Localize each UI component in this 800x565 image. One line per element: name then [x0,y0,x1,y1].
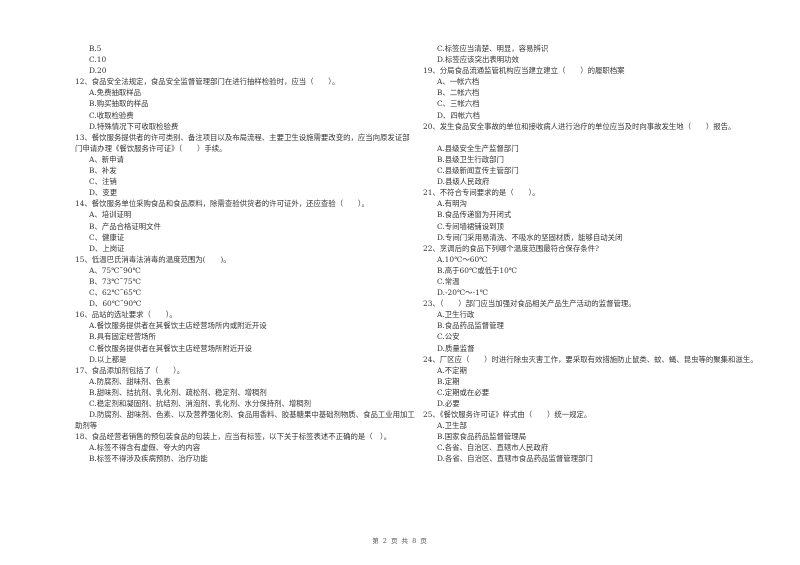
question-stem: 21、不符合专间要求的是（ ）。 [423,188,540,198]
question-25: 25、《餐饮服务许可证》样式由（ ）统一规定。 A.卫生部 B.国家食品药品监督… [423,409,763,464]
question-21: 21、不符合专间要求的是（ ）。 A.有明沟 B.食品传递窗为开闭式 C.专间墙… [423,187,763,242]
option: A.不定期 [437,365,467,375]
option: D、上岗证 [89,243,125,253]
option: C.10 [89,55,107,65]
option: B.5 [89,44,102,53]
option: D.县级人民政府 [437,177,490,187]
option: A.标签不得含有虚假、夸大的内容 [89,443,201,453]
question-18: 18、食品经营者销售的预包装食品的包装上，应当有标签，以下关于标签表述不正确的是… [75,431,415,464]
question-stem: 19、分局食品流通监管机构应当建立建立（ ）的履职档案 [423,66,625,76]
question-22: 22、烹调后的食品下列哪个温度范围最符合保存条件? A.10℃～60℃ B.高于… [423,243,763,298]
option: C.各省、自治区、直辖市人民政府 [437,443,549,453]
option: B.食品药品监督管理 [437,321,504,331]
option: C.餐饮服务提供者在其餐饮主店经营场所附近开设 [89,343,252,353]
option: C.专间墙裙铺设到顶 [437,221,504,231]
option: C.标签应当清楚、明显，容易辨识 [437,44,549,53]
option: D.各省、自治区、直辖市食品药品监督管理部门 [437,454,593,464]
option: D.专间门采用易清洗、不吸水的坚固材质，能够自动关闭 [437,232,623,242]
option: B.标签不得涉及疾病预防、治疗功能 [89,454,208,464]
option: C、62℃˜65℃ [89,288,142,298]
option: B、二帐六档 [437,88,480,98]
option: C.县级新闻宣传主管部门 [437,166,519,176]
option: B.食品传递窗为开闭式 [437,210,512,220]
question-20: 20、发生食品安全事故的单位和接收病人进行治疗的单位应当及时向事故发生地（ ）报… [423,121,763,188]
option: D、60℃˜90℃ [89,299,142,309]
option: A.有明沟 [437,199,467,209]
option: A.10℃～60℃ [437,254,488,264]
option: C、注销 [89,177,117,187]
question-17: 17、食品添加剂包括了（ ）。 A.防腐剂、甜味剂、色素 B.甜味剂、拮抗剂、乳… [75,365,415,432]
question-19: 19、分局食品流通监管机构应当建立建立（ ）的履职档案 A、一帐六档 B、二帐六… [423,65,763,120]
option: D、四帐六档 [437,110,480,120]
option: D.20 [89,66,107,76]
question-16: 16、品站的选址要求（ ）。 A.餐饮服务提供者在其餐饮主店经营场所内或附近开设… [75,309,415,364]
question-stem: 16、品站的选址要求（ ）。 [75,310,177,320]
option: D.防腐剂、甜味剂、色素、以及营养强化剂、食品用香料、胶基糖果中基础剂物质、食品… [75,410,415,431]
question-stem: 12、食品安全法规定，食品安全监督管理部门在进行抽样检验时，应当（ ）。 [75,77,340,87]
left-column: B.5 C.10 D.20 12、食品安全法规定，食品安全监督管理部门在进行抽样… [75,43,415,465]
option: C.定期或在必要 [437,387,490,397]
question-stem: 23、（ ）部门应当加强对食品相关产品生产活动的监督管理。 [423,299,636,309]
option: A、新申请 [89,154,124,164]
right-column: C.标签应当清楚、明显，容易辨识 D.标签应该突出表明功效 19、分局食品流通监… [423,43,763,465]
question-23: 23、（ ）部门应当加强对食品相关产品生产活动的监督管理。 A.卫生行政 B.食… [423,298,763,353]
question-stem: 14、餐饮服务单位采购食品和食品原料，除需查验供货者的许可证外，还应查验（ ）。 [75,199,369,209]
question-stem: 18、食品经营者销售的预包装食品的包装上，应当有标签，以下关于标签表述不正确的是… [75,432,392,442]
option: B.具有固定经营场所 [89,332,156,342]
question-stem: 25、《餐饮服务许可证》样式由（ ）统一规定。 [423,410,592,420]
option: C.收取检验费 [89,110,134,120]
question-12: 12、食品安全法规定，食品安全监督管理部门在进行抽样检验时，应当（ ）。 A.免… [75,76,415,131]
option: C.稳定剂和凝固剂、抗结剂、消泡剂、乳化剂、水分保持剂、增稠剂 [89,399,312,408]
option: B.定期 [437,376,460,386]
question-stem: 17、食品添加剂包括了（ ）。 [75,365,185,375]
option: B.甜味剂、拮抗剂、乳化剂、疏松剂、稳定剂、增稠剂 [89,387,267,397]
page-number: 第 2 页 共 8 页 [372,537,428,545]
option: B、产品合格证明文件 [89,221,161,231]
option: D、变更 [89,188,118,198]
option: A.县级安全生产监督部门 [437,143,519,153]
option: A、培训证明 [89,210,132,220]
option: C.常温 [437,276,460,286]
question-stem: 22、烹调后的食品下列哪个温度范围最符合保存条件? [423,243,599,253]
question-stem: 20、发生食品安全事故的单位和接收病人进行治疗的单位应当及时向事故发生地（ ）报… [423,121,736,131]
question-14: 14、餐饮服务单位采购食品和食品原料，除需查验供货者的许可证外，还应查验（ ）。… [75,198,415,253]
option: B.购买抽取的样品 [89,99,149,109]
option: D.质量监督 [437,343,475,353]
question-stem: 24、厂区应（ ）时进行除虫灭害工作，要采取有效措施防止鼠类、蚊、蝇、昆虫等的聚… [423,354,758,364]
option: B.国家食品药品监督管理局 [437,432,527,442]
question-stem: 15、低温巴氏消毒法消毒的温度范围为( )。 [75,254,231,264]
question-24: 24、厂区应（ ）时进行除虫灭害工作，要采取有效措施防止鼠类、蚊、蝇、昆虫等的聚… [423,354,763,409]
option: A.餐饮服务提供者在其餐饮主店经营场所内或附近开设 [89,321,267,331]
option: C、三帐六档 [437,99,480,109]
option: A、75℃˜90℃ [89,265,141,275]
option: D.必要 [437,399,460,408]
option: D.以上都是 [89,354,127,364]
option: D.-20℃～-1℃ [437,288,489,298]
option: B.县级卫生行政部门 [437,154,504,164]
question-13: 13、餐饮服务提供者的许可类别、备注项目以及布局流程、主要卫生设施需要改变的，应… [75,132,415,199]
option: A.卫生部 [437,421,467,431]
option: D.特殊情况下可收取检验费 [89,121,179,131]
option: A、一帐六档 [437,77,480,87]
question-stem: 13、餐饮服务提供者的许可类别、备注项目以及布局流程、主要卫生设施需要改变的，应… [75,132,410,153]
question-15: 15、低温巴氏消毒法消毒的温度范围为( )。 A、75℃˜90℃ B、73℃˜7… [75,254,415,309]
option: C.公安 [437,332,460,342]
option: C、健康证 [89,232,125,242]
option: A.卫生行政 [437,310,475,320]
option: A.免费抽取样品 [89,88,142,98]
option: A.防腐剂、甜味剂、色素 [89,376,171,386]
option: B.高于60℃或低于10℃ [437,265,518,275]
option: B、补发 [89,166,117,176]
option: B、73℃˜75℃ [89,276,141,286]
option: D.标签应该突出表明功效 [437,55,519,65]
